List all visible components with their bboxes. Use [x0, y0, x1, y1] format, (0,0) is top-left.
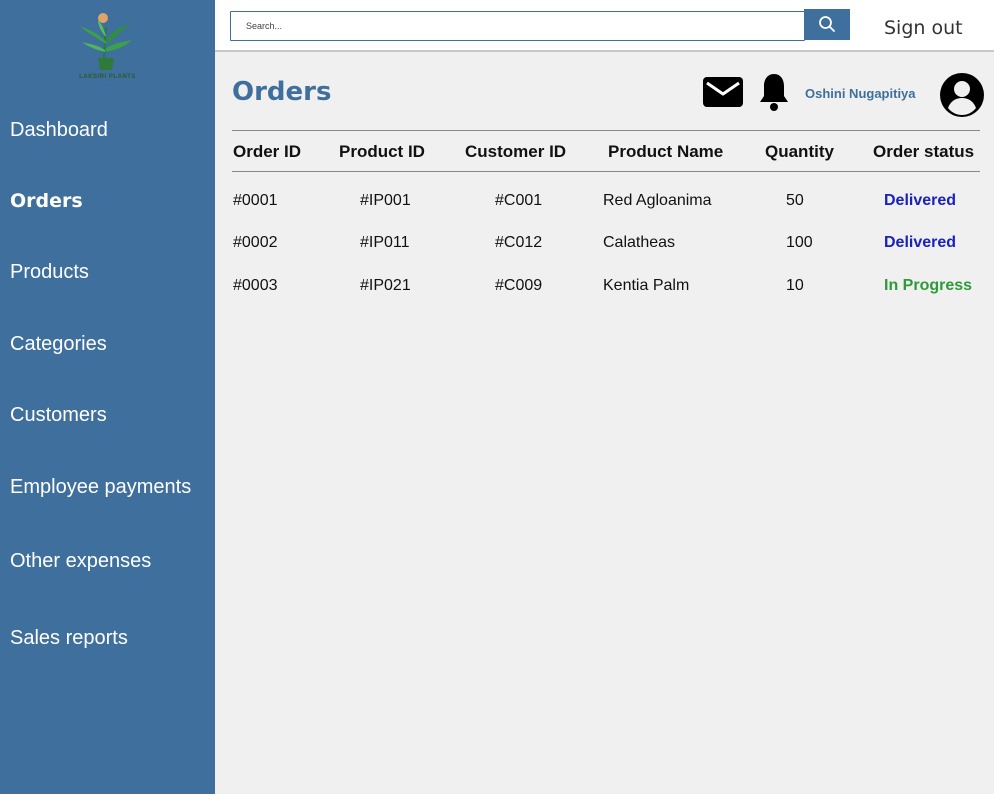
- table-top-rule: [232, 130, 980, 131]
- bell-icon[interactable]: [758, 72, 790, 112]
- cell-product-name: Calatheas: [603, 234, 676, 251]
- status-badge: In Progress: [884, 277, 973, 294]
- brand-name: LAKSIRI PLANTS: [79, 74, 136, 80]
- user-avatar-icon[interactable]: [939, 72, 985, 118]
- search-box: [230, 11, 805, 41]
- sidebar-item-orders[interactable]: Orders: [10, 190, 83, 212]
- cell-customer-id: #C001: [495, 192, 543, 209]
- search-input[interactable]: [231, 12, 803, 40]
- search-icon: [819, 16, 835, 32]
- cell-product-id: #IP001: [360, 192, 411, 209]
- column-header-quantity: Quantity: [765, 142, 834, 161]
- search-button[interactable]: [804, 9, 850, 40]
- cell-product-name: Kentia Palm: [603, 277, 690, 294]
- column-header-order-id: Order ID: [233, 142, 302, 161]
- column-header-customer-id: Customer ID: [465, 142, 567, 161]
- sidebar-item-customers[interactable]: Customers: [10, 404, 107, 427]
- cell-quantity: 50: [786, 192, 804, 209]
- cell-order-id: #0001: [233, 192, 278, 209]
- table-header-rule: [232, 171, 980, 172]
- status-badge: Delivered: [884, 234, 957, 251]
- sidebar-item-employee-payments[interactable]: Employee payments: [10, 476, 191, 499]
- cell-order-id: #0002: [233, 234, 278, 251]
- brand-tagline: ....: [105, 82, 110, 87]
- sidebar-item-products[interactable]: Products: [10, 261, 89, 284]
- sidebar: LAKSIRI PLANTS .... Dashboard Orders Pro…: [0, 0, 215, 794]
- cell-quantity: 10: [786, 277, 804, 294]
- user-name[interactable]: Oshini Nugapitiya: [805, 86, 916, 101]
- top-bar: Sign out: [215, 0, 994, 52]
- sidebar-item-categories[interactable]: Categories: [10, 333, 107, 356]
- plant-logo-icon: [80, 13, 132, 70]
- cell-quantity: 100: [786, 234, 813, 251]
- cell-product-name: Red Agloanima: [603, 192, 712, 209]
- page-title: Orders: [232, 77, 332, 107]
- sidebar-item-sales-reports[interactable]: Sales reports: [10, 627, 128, 650]
- cell-product-id: #IP021: [360, 277, 411, 294]
- column-header-product-name: Product Name: [608, 142, 724, 161]
- cell-product-id: #IP011: [360, 234, 410, 251]
- sign-out-link[interactable]: Sign out: [884, 17, 963, 39]
- mail-icon[interactable]: [703, 77, 743, 107]
- brand-logo[interactable]: LAKSIRI PLANTS ....: [0, 10, 215, 90]
- cell-order-id: #0003: [233, 277, 278, 294]
- column-header-product-id: Product ID: [339, 142, 425, 161]
- cell-customer-id: #C012: [495, 234, 543, 251]
- cell-customer-id: #C009: [495, 277, 543, 294]
- sidebar-item-dashboard[interactable]: Dashboard: [10, 119, 108, 142]
- status-badge: Delivered: [884, 192, 957, 209]
- sidebar-item-other-expenses[interactable]: Other expenses: [10, 550, 151, 573]
- column-header-order-status: Order status: [873, 142, 975, 161]
